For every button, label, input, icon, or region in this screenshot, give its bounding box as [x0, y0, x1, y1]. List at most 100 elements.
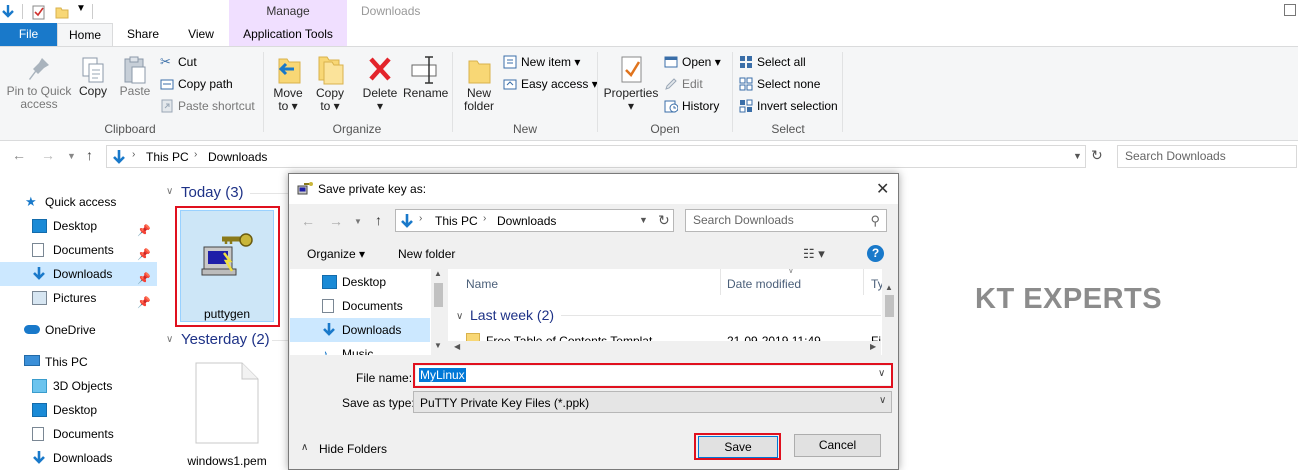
cut-button[interactable]: ✂ Cut	[160, 53, 197, 71]
nav-pc-desktop[interactable]: Desktop	[0, 398, 157, 422]
column-date-header[interactable]: Date modified	[727, 277, 801, 291]
nav-quick-access[interactable]: ★ Quick access	[0, 190, 157, 214]
paste-button[interactable]: Paste	[118, 55, 152, 98]
hide-folders-chevron-icon[interactable]: ∧	[301, 442, 308, 453]
easy-access-button[interactable]: Easy access ▾	[503, 75, 598, 93]
tab-home[interactable]: Home	[57, 23, 113, 46]
new-folder-icon[interactable]	[55, 4, 69, 20]
dialog-address-dropdown-icon[interactable]: ▼	[639, 215, 648, 225]
dialog-nav-downloads-selected[interactable]: Downloads	[290, 318, 430, 342]
hide-folders-button[interactable]: Hide Folders	[319, 442, 387, 456]
address-bar[interactable]: › This PC › Downloads ▼	[106, 145, 1086, 168]
dialog-forward-icon[interactable]: →	[329, 213, 343, 229]
nav-pictures[interactable]: Pictures 📌	[0, 286, 157, 310]
copy-path-button[interactable]: Copy path	[160, 75, 233, 93]
tab-view[interactable]: View	[173, 23, 229, 46]
file-name-dropdown-icon[interactable]: ∨	[878, 368, 885, 379]
scroll-thumb[interactable]	[434, 283, 443, 307]
tab-application-tools[interactable]: Application Tools	[229, 23, 347, 46]
collapse-chevron-icon[interactable]: ∨	[456, 311, 463, 322]
column-name-header[interactable]: Name	[466, 277, 498, 291]
dialog-crumb-downloads[interactable]: Downloads	[497, 214, 556, 228]
tab-file[interactable]: File	[0, 23, 57, 46]
new-group-label: New	[512, 122, 537, 136]
nav-desktop[interactable]: Desktop 📌	[0, 214, 157, 238]
nav-documents[interactable]: Documents 📌	[0, 238, 157, 262]
collapse-chevron-icon[interactable]: ∨	[166, 334, 173, 345]
move-to-button[interactable]: Move to ▾	[270, 53, 306, 113]
dialog-up-icon[interactable]: ↑	[375, 212, 382, 228]
breadcrumb-this-pc[interactable]: This PC	[146, 150, 189, 164]
open-button[interactable]: Open ▾	[664, 53, 721, 71]
up-arrow-icon[interactable]: ↑	[86, 147, 93, 163]
scroll-thumb[interactable]	[885, 295, 894, 317]
select-none-button[interactable]: Select none	[739, 75, 820, 93]
invert-selection-button[interactable]: Invert selection	[739, 97, 838, 115]
help-icon[interactable]: ?	[867, 245, 884, 262]
file-name-input[interactable]: MyLinux ∨	[416, 366, 891, 385]
dialog-recent-icon[interactable]: ▼	[354, 217, 362, 226]
properties-button[interactable]: Properties ▾	[602, 53, 660, 113]
maximize-button[interactable]	[1284, 4, 1296, 16]
nav-pc-documents[interactable]: Documents	[0, 422, 157, 446]
dialog-new-folder-button[interactable]: New folder	[398, 247, 455, 261]
scroll-up-icon[interactable]: ▲	[885, 283, 893, 292]
nav-this-pc[interactable]: This PC	[0, 350, 157, 374]
file-item-windows1[interactable]: windows1.pem	[180, 355, 274, 470]
dialog-nav-documents[interactable]: Documents	[290, 294, 430, 318]
dialog-nav-desktop[interactable]: Desktop	[290, 270, 430, 294]
dialog-back-icon[interactable]: ←	[301, 213, 315, 229]
edit-button[interactable]: Edit	[664, 75, 703, 93]
collapse-chevron-icon[interactable]: ∨	[166, 186, 173, 197]
dialog-crumb-this-pc[interactable]: This PC	[435, 214, 478, 228]
dialog-nav-music[interactable]: ♪ Music	[290, 342, 430, 355]
close-icon[interactable]: ✕	[876, 179, 889, 199]
save-button[interactable]: Save	[698, 436, 778, 458]
copy-to-button[interactable]: Copy to ▾	[312, 53, 348, 113]
view-options-icon[interactable]: ☷ ▾	[803, 246, 825, 262]
forward-arrow-icon[interactable]: →	[41, 147, 55, 163]
address-dropdown-icon[interactable]: ▼	[1073, 151, 1082, 161]
new-item-button[interactable]: New item ▾	[503, 53, 580, 71]
refresh-icon[interactable]: ↻	[1091, 147, 1103, 164]
dialog-search-input[interactable]: Search Downloads ⚲	[685, 209, 887, 232]
save-as-type-dropdown-icon[interactable]: ∨	[879, 395, 886, 406]
group-header-today[interactable]: Today (3)	[181, 184, 244, 201]
delete-button[interactable]: Delete ▾	[360, 53, 400, 113]
dialog-vscrollbar[interactable]: ▲	[882, 269, 897, 355]
file-item-puttygen[interactable]: puttygen	[180, 210, 274, 322]
scroll-left-icon[interactable]: ◀	[454, 342, 460, 351]
back-arrow-icon[interactable]: ←	[12, 147, 26, 163]
dialog-address-bar[interactable]: › This PC › Downloads ▼ ↻	[395, 209, 674, 232]
dialog-refresh-icon[interactable]: ↻	[658, 212, 670, 229]
tab-share[interactable]: Share	[113, 23, 173, 46]
group-header-last-week[interactable]: Last week (2)	[470, 307, 554, 323]
copy-button[interactable]: Copy	[77, 55, 109, 98]
pin-quick-access-button[interactable]: Pin to Quick access	[4, 55, 74, 111]
rename-button[interactable]: Rename	[403, 53, 448, 100]
customize-qat-icon[interactable]: ▼	[76, 3, 86, 14]
scroll-down-icon[interactable]: ▼	[434, 341, 442, 350]
dialog-toolbar: Organize ▾ New folder ☷ ▾ ?	[289, 240, 898, 268]
breadcrumb-downloads[interactable]: Downloads	[208, 150, 267, 164]
select-all-button[interactable]: Select all	[739, 53, 806, 71]
scroll-up-icon[interactable]: ▲	[434, 269, 442, 278]
cancel-button[interactable]: Cancel	[794, 434, 881, 457]
paste-icon	[124, 56, 146, 84]
save-as-type-select[interactable]: PuTTY Private Key Files (*.ppk) ∨	[413, 391, 892, 413]
dialog-hscrollbar[interactable]: ◀ ▶	[448, 341, 881, 355]
nav-onedrive[interactable]: OneDrive	[0, 318, 157, 342]
history-button[interactable]: History	[664, 97, 719, 115]
nav-downloads-selected[interactable]: Downloads 📌	[0, 262, 157, 286]
nav-3d-objects[interactable]: 3D Objects	[0, 374, 157, 398]
scroll-right-icon[interactable]: ▶	[870, 342, 876, 351]
dialog-nav-scrollbar[interactable]: ▲ ▼	[431, 269, 446, 355]
new-folder-button[interactable]: New folder	[459, 53, 499, 113]
organize-button[interactable]: Organize ▾	[307, 247, 365, 261]
nav-pc-downloads[interactable]: Downloads	[0, 446, 157, 470]
paste-shortcut-button[interactable]: Paste shortcut	[160, 97, 255, 115]
group-header-yesterday[interactable]: Yesterday (2)	[181, 331, 270, 348]
recent-locations-icon[interactable]: ▼	[67, 151, 76, 161]
properties-icon[interactable]	[32, 4, 46, 20]
search-input[interactable]: Search Downloads	[1117, 145, 1297, 168]
